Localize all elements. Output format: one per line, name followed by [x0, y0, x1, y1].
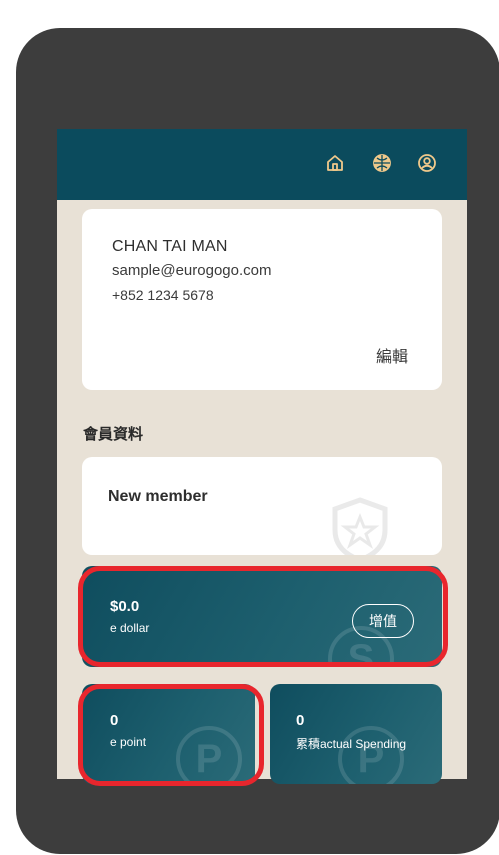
section-title-member-info: 會員資料	[83, 426, 144, 443]
shield-icon	[332, 497, 388, 555]
top-bar	[57, 129, 467, 200]
user-icon[interactable]	[417, 153, 437, 173]
spending-value: 0	[296, 712, 305, 729]
profile-email: sample@eurogogo.com	[112, 262, 272, 279]
actual-spending-card[interactable]: P	[270, 684, 442, 784]
profile-name: CHAN TAI MAN	[112, 238, 228, 255]
highlight-e-point	[78, 684, 264, 786]
member-tier-label: New member	[108, 488, 208, 505]
profile-phone: +852 1234 5678	[112, 287, 214, 303]
home-icon[interactable]	[325, 153, 345, 173]
globe-icon[interactable]	[372, 153, 392, 173]
edit-button[interactable]: 編輯	[376, 343, 408, 367]
member-tier-card[interactable]	[82, 457, 442, 555]
highlight-e-dollar	[78, 566, 448, 667]
spending-label: 累積actual Spending	[296, 737, 407, 751]
